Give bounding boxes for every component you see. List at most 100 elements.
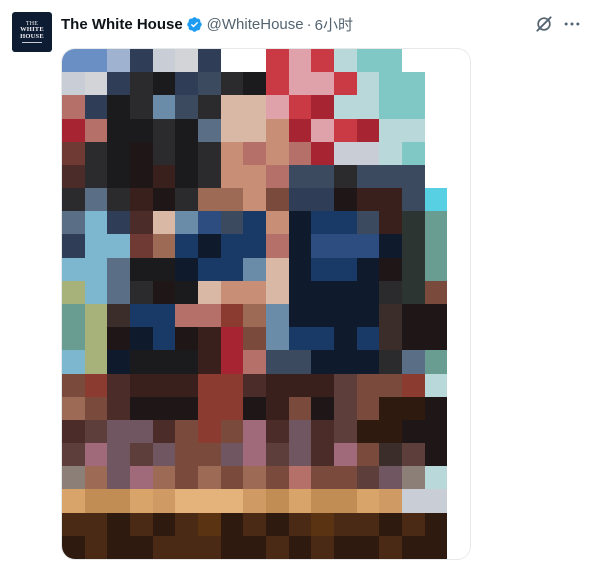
mosaic-pixel — [401, 49, 425, 73]
mosaic-pixel — [265, 234, 289, 258]
mosaic-pixel — [447, 373, 470, 397]
mosaic-pixel — [288, 234, 312, 258]
mosaic-pixel — [129, 257, 153, 281]
handle[interactable]: @WhiteHouse — [207, 16, 304, 33]
mosaic-pixel — [84, 419, 108, 444]
mosaic-pixel — [424, 466, 448, 490]
mosaic-pixel — [107, 188, 130, 212]
mosaic-pixel — [447, 350, 470, 374]
mosaic-pixel — [197, 489, 221, 513]
mosaic-pixel — [288, 95, 312, 119]
mosaic-pixel — [62, 350, 85, 374]
mosaic-pixel — [129, 350, 153, 374]
mosaic-pixel — [62, 95, 85, 119]
verified-badge-icon[interactable] — [186, 16, 203, 33]
timestamp[interactable]: 6小时 — [315, 14, 353, 35]
mosaic-pixel — [424, 280, 448, 304]
mosaic-pixel — [84, 257, 108, 281]
mosaic-pixel — [356, 234, 380, 258]
mosaic-pixel — [447, 257, 470, 281]
mosaic-pixel — [152, 350, 176, 374]
mosaic-pixel — [220, 95, 244, 119]
mosaic-pixel — [379, 49, 402, 73]
mosaic-pixel — [311, 141, 334, 165]
mosaic-pixel — [288, 280, 312, 304]
mosaic-pixel — [197, 419, 221, 444]
mosaic-pixel — [424, 164, 448, 189]
display-name[interactable]: The White House — [61, 16, 183, 33]
mosaic-pixel — [175, 350, 198, 374]
mosaic-pixel — [401, 257, 425, 281]
mosaic-pixel — [107, 141, 130, 165]
mosaic-pixel — [243, 164, 266, 189]
mosaic-pixel — [175, 234, 198, 258]
mosaic-pixel — [356, 327, 380, 351]
mosaic-pixel — [265, 419, 289, 444]
mosaic-pixel — [379, 164, 402, 189]
mosaic-pixel — [107, 164, 130, 189]
mosaic-pixel — [333, 350, 357, 374]
avatar[interactable]: THE WHITE HOUSE — [12, 12, 52, 52]
mosaic-pixel — [379, 466, 402, 490]
mosaic-pixel — [129, 72, 153, 96]
mosaic-pixel — [175, 489, 198, 513]
mosaic-pixel — [62, 512, 85, 536]
mosaic-pixel — [62, 373, 85, 397]
mosaic-pixel — [447, 188, 470, 212]
mosaic-pixel — [175, 141, 198, 165]
mosaic-pixel — [401, 95, 425, 119]
mosaic-pixel — [288, 373, 312, 397]
mosaic-pixel — [379, 535, 402, 559]
mosaic-pixel — [265, 373, 289, 397]
grok-icon[interactable] — [534, 14, 554, 34]
mosaic-pixel — [129, 280, 153, 304]
mosaic-pixel — [175, 49, 198, 73]
mosaic-pixel — [333, 188, 357, 212]
mosaic-pixel — [220, 211, 244, 235]
tweet-media-image[interactable] — [61, 48, 471, 560]
mosaic-pixel — [447, 443, 470, 467]
mosaic-pixel — [333, 489, 357, 513]
mosaic-pixel — [401, 327, 425, 351]
mosaic-pixel — [333, 141, 357, 165]
mosaic-pixel — [152, 257, 176, 281]
mosaic-pixel — [243, 95, 266, 119]
mosaic-pixel — [152, 443, 176, 467]
mosaic-pixel — [424, 95, 448, 119]
mosaic-pixel — [288, 49, 312, 73]
mosaic-pixel — [197, 95, 221, 119]
mosaic-pixel — [84, 443, 108, 467]
mosaic-pixel — [401, 396, 425, 420]
mosaic-pixel — [356, 350, 380, 374]
mosaic-pixel — [333, 257, 357, 281]
mosaic-pixel — [243, 419, 266, 444]
mosaic-pixel — [197, 141, 221, 165]
mosaic-pixel — [379, 141, 402, 165]
mosaic-pixel — [84, 118, 108, 142]
mosaic-pixel — [220, 327, 244, 351]
mosaic-pixel — [379, 118, 402, 142]
separator-dot: · — [306, 15, 312, 33]
mosaic-pixel — [175, 211, 198, 235]
mosaic-pixel — [175, 327, 198, 351]
mosaic-pixel — [243, 350, 266, 374]
mosaic-pixel — [447, 512, 470, 536]
mosaic-pixel — [243, 327, 266, 351]
mosaic-pixel — [152, 327, 176, 351]
mosaic-pixel — [356, 141, 380, 165]
mosaic-pixel — [379, 419, 402, 444]
mosaic-pixel — [288, 443, 312, 467]
mosaic-pixel — [424, 419, 448, 444]
mosaic-pixel — [62, 303, 85, 328]
more-options-icon[interactable] — [562, 14, 582, 34]
mosaic-pixel — [311, 443, 334, 467]
mosaic-pixel — [62, 164, 85, 189]
mosaic-pixel — [243, 211, 266, 235]
mosaic-pixel — [447, 164, 470, 189]
mosaic-pixel — [356, 257, 380, 281]
mosaic-pixel — [379, 512, 402, 536]
mosaic-pixel — [333, 72, 357, 96]
mosaic-pixel — [129, 188, 153, 212]
mosaic-pixel — [220, 466, 244, 490]
tweet[interactable]: THE WHITE HOUSE The White House @WhiteHo… — [0, 0, 596, 563]
